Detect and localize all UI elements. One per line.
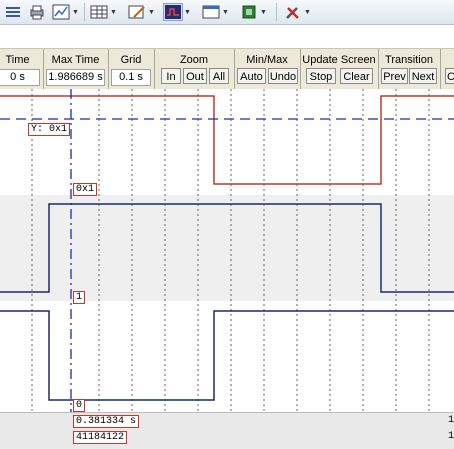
analyzer-icon [163, 3, 183, 21]
dropdown-arrow-icon[interactable]: ▼ [304, 9, 311, 16]
dropdown-arrow-icon[interactable]: ▼ [148, 9, 155, 16]
transition-prev-button[interactable]: Prev [381, 68, 408, 84]
dropdown-arrow-icon[interactable]: ▼ [222, 9, 229, 16]
tools-button[interactable]: ▼ [284, 3, 311, 21]
status-right-value-2: 1 [447, 431, 454, 442]
window-icon [202, 4, 220, 20]
zoom-group: Zoom In Out All [154, 49, 235, 89]
status-bar: 0.381334 s 41184122 1 1 [0, 412, 454, 449]
toolbar: ▼ ▼ ▼ ▼ ▼ ▼ ▼ [0, 0, 454, 25]
update-screen-title: Update Screen [302, 54, 376, 66]
transition-title: Transition [385, 54, 433, 66]
minmax-title: Min/Max [246, 54, 288, 66]
signal-row-3-band [0, 301, 454, 412]
list-icon [4, 4, 22, 20]
zoom-title: Zoom [179, 54, 209, 66]
time-group: Time 0 s [0, 49, 44, 89]
logic-analyzer-plot[interactable]: Y: 0x1 0x1 1 0 [0, 89, 454, 412]
chart-options-button[interactable]: ▼ [52, 3, 79, 21]
chart-icon [52, 4, 70, 20]
signal-1-value-tag: 0x1 [73, 183, 98, 196]
signal-3-value-tag: 0 [73, 399, 86, 412]
dropdown-arrow-icon[interactable]: ▼ [72, 9, 79, 16]
time-value: 0 s [0, 69, 40, 86]
grid-icon [90, 4, 108, 20]
signal-row-1-band [0, 89, 454, 195]
update-clear-button[interactable]: Clear [340, 68, 373, 84]
minmax-group: Min/Max Auto Undo [234, 49, 301, 89]
grid-group: Grid 0.1 s [108, 49, 155, 89]
grid-title: Grid [120, 54, 142, 66]
analyzer-button[interactable]: ▼ [163, 3, 191, 21]
waveform-canvas[interactable] [0, 89, 454, 412]
zoom-in-button[interactable]: In [161, 68, 181, 84]
window-options-button[interactable]: ▼ [202, 3, 229, 21]
zoom-all-button[interactable]: All [209, 68, 229, 84]
transition-group: Transition Prev Next [378, 49, 441, 89]
transition-next-button[interactable]: Next [409, 68, 437, 84]
printer-icon [28, 4, 46, 20]
update-stop-button[interactable]: Stop [306, 68, 336, 84]
analyzer-control-bar: Time 0 s Max Time 1.986689 s Grid 0.1 s … [0, 48, 454, 90]
dropdown-arrow-icon[interactable]: ▼ [184, 9, 191, 16]
status-right-value-1: 1 [447, 415, 454, 426]
time-title: Time [5, 54, 30, 66]
chip-icon [240, 4, 258, 20]
y-cursor-label: Y: 0x1 [28, 123, 71, 136]
edit-options-button[interactable]: ▼ [128, 3, 155, 21]
tools-icon [284, 4, 302, 20]
minmax-auto-button[interactable]: Auto [237, 68, 266, 84]
toolbar-separator [84, 3, 85, 21]
max-time-title: Max Time [51, 54, 100, 66]
time-readout: 0.381334 s [73, 415, 140, 428]
setup-list-button[interactable] [4, 3, 22, 21]
signal-2-value-tag: 1 [73, 291, 86, 304]
dropdown-arrow-icon[interactable]: ▼ [260, 9, 267, 16]
edit-icon [128, 4, 146, 20]
sample-readout: 41184122 [73, 431, 128, 444]
toolbar-separator [276, 3, 277, 21]
max-time-value: 1.986689 s [46, 69, 105, 86]
update-screen-group: Update Screen Stop Clear [300, 49, 379, 89]
grid-value: 0.1 s [111, 69, 151, 86]
trailing-button[interactable]: C [445, 68, 454, 84]
print-button[interactable] [28, 3, 46, 21]
grid-options-button[interactable]: ▼ [90, 3, 117, 21]
signal-row-2-band [0, 195, 454, 301]
dropdown-arrow-icon[interactable]: ▼ [110, 9, 117, 16]
system-viewer-button[interactable]: ▼ [240, 3, 267, 21]
zoom-out-button[interactable]: Out [183, 68, 207, 84]
max-time-group: Max Time 1.986689 s [43, 49, 109, 89]
minmax-undo-button[interactable]: Undo [268, 68, 298, 84]
